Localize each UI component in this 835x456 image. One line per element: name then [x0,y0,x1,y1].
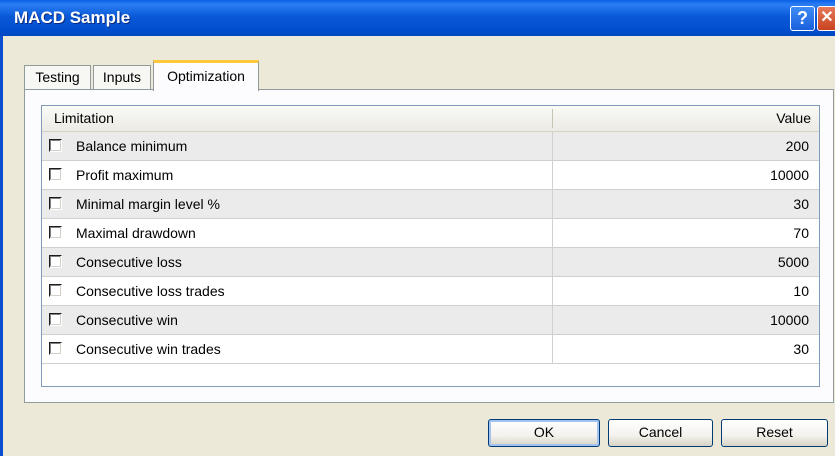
cell-divider [552,161,553,189]
row-value[interactable]: 10000 [770,306,809,334]
row-value[interactable]: 5000 [778,248,809,276]
table-row[interactable]: Balance minimum 200 [42,132,819,161]
row-checkbox[interactable] [49,226,62,239]
row-checkbox[interactable] [49,284,62,297]
column-header-value[interactable]: Value [776,106,811,131]
row-value[interactable]: 10000 [770,161,809,189]
row-checkbox[interactable] [49,139,62,152]
column-divider[interactable] [552,109,553,128]
limitations-table: Limitation Value Balance minimum 200 Pro… [41,105,820,387]
row-checkbox[interactable] [49,255,62,268]
cell-divider [552,190,553,218]
cell-divider [552,335,553,363]
row-label: Consecutive win [76,312,178,328]
ok-button[interactable]: OK [488,419,600,447]
row-label: Consecutive loss trades [76,283,225,299]
help-button[interactable]: ? [790,6,815,31]
column-header-limitation[interactable]: Limitation [54,106,114,131]
row-checkbox[interactable] [49,313,62,326]
row-value[interactable]: 10 [793,277,809,305]
table-row[interactable]: Consecutive win 10000 [42,306,819,335]
row-checkbox[interactable] [49,168,62,181]
window-title: MACD Sample [14,8,131,27]
close-button[interactable]: ✕ [817,6,835,31]
row-value[interactable]: 30 [793,335,809,363]
cancel-button[interactable]: Cancel [608,419,713,447]
window-border [0,36,3,456]
table-row[interactable]: Maximal drawdown 70 [42,219,819,248]
cell-divider [552,277,553,305]
table-header: Limitation Value [42,106,819,132]
optimization-panel: Limitation Value Balance minimum 200 Pro… [24,89,834,403]
row-value[interactable]: 200 [786,132,809,160]
row-label: Profit maximum [76,167,174,183]
row-value[interactable]: 30 [793,190,809,218]
cell-divider [552,132,553,160]
row-label: Balance minimum [76,138,188,154]
row-checkbox[interactable] [49,342,62,355]
table-row[interactable]: Consecutive loss 5000 [42,248,819,277]
table-row[interactable]: Minimal margin level % 30 [42,190,819,219]
table-row[interactable]: Consecutive loss trades 10 [42,277,819,306]
dialog-window: MACD Sample ? ✕ Testing Inputs Optimizat… [0,0,835,456]
row-checkbox[interactable] [49,197,62,210]
title-bar[interactable]: MACD Sample ? ✕ [0,0,835,36]
tab-optimization[interactable]: Optimization [153,60,259,91]
row-label: Consecutive win trades [76,341,221,357]
tab-testing[interactable]: Testing [24,65,91,89]
tab-inputs[interactable]: Inputs [93,65,151,89]
cell-divider [552,219,553,247]
row-label: Minimal margin level % [76,196,220,212]
row-value[interactable]: 70 [793,219,809,247]
cell-divider [552,248,553,276]
cell-divider [552,306,553,334]
row-label: Consecutive loss [76,254,182,270]
row-label: Maximal drawdown [76,225,196,241]
table-row[interactable]: Consecutive win trades 30 [42,335,819,364]
reset-button[interactable]: Reset [721,419,828,447]
table-row[interactable]: Profit maximum 10000 [42,161,819,190]
